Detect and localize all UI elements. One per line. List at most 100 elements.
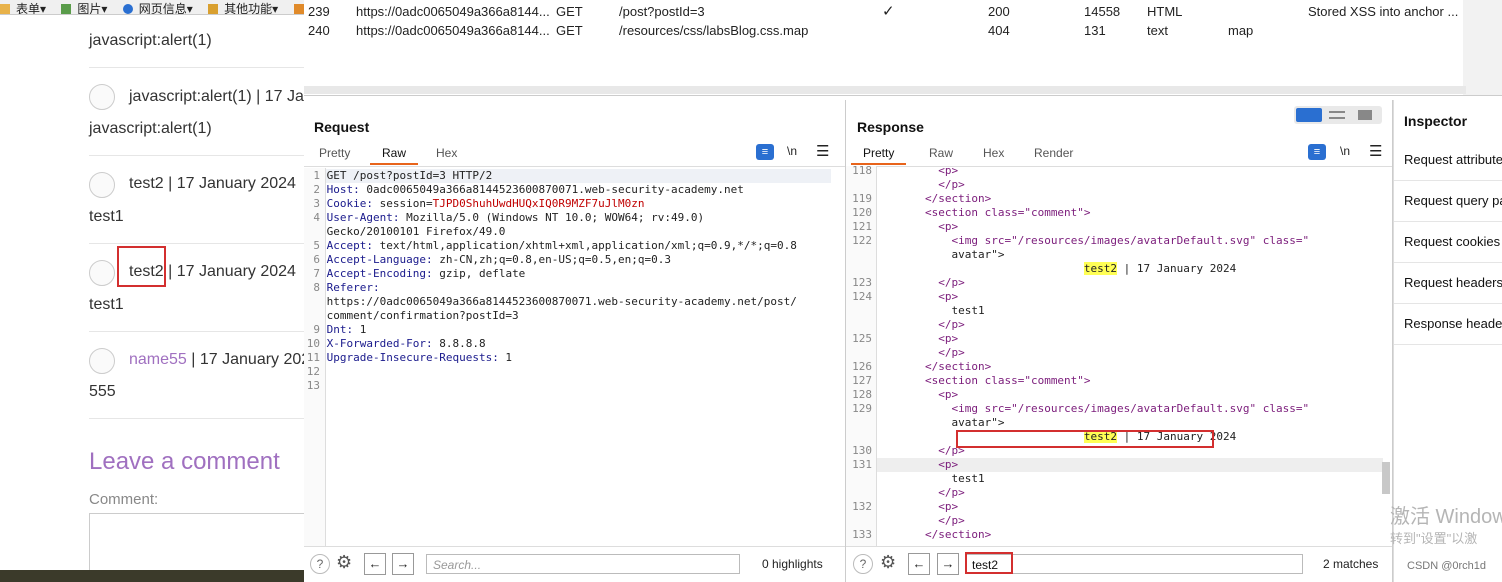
header-name: Dnt:	[326, 323, 354, 336]
line-text: test1	[951, 472, 985, 485]
row-length: 131	[1084, 23, 1106, 38]
divider	[89, 155, 304, 156]
response-line: test1	[848, 304, 984, 318]
inspector-item-request-attributes[interactable]: Request attribute	[1394, 140, 1502, 181]
toolbar-item-mark[interactable]: 标	[293, 2, 305, 14]
line-number: 12	[306, 365, 320, 378]
request-line: 12	[306, 365, 327, 379]
toolbar-item-label: 网页信息▾	[138, 2, 193, 15]
divider	[846, 546, 1392, 547]
request-line: 1 GET /post?postId=3 HTTP/2	[306, 169, 492, 183]
inspector-title: Inspector	[1404, 113, 1468, 129]
row-edited-check: ✓	[882, 3, 895, 20]
line-number: 129	[852, 402, 872, 415]
line-text: <p>	[938, 290, 959, 303]
request-line: 7 Accept-Encoding: gzip, deflate	[306, 267, 525, 281]
response-line: avatar">	[848, 248, 1004, 262]
row-host: https://0adc0065049a366a8144...	[356, 23, 550, 38]
highlight-box	[956, 430, 1214, 448]
toolbar-item-form[interactable]: 表单▾	[0, 2, 52, 14]
toolbar-item-pageinfo[interactable]: 网页信息▾	[122, 2, 199, 15]
newline-toggle-button[interactable]: \n	[1340, 144, 1350, 158]
response-panel: Response Pretty Raw Hex Render ≡ \n ☰ 11…	[846, 100, 1393, 582]
line-number: 7	[313, 267, 320, 280]
response-editor[interactable]: 118 <p> </p> 119 </section> 120 <section c…	[848, 164, 1378, 546]
comment-date: | 17 January 202	[186, 351, 304, 368]
image-icon	[61, 4, 72, 14]
response-line: 118 <p>	[848, 164, 958, 178]
avatar	[89, 84, 115, 110]
response-line: 119 </section>	[848, 192, 991, 206]
request-line: comment/confirmation?postId=3	[306, 309, 519, 323]
history-scrollbar[interactable]	[1463, 0, 1502, 95]
line-number: 4	[313, 211, 320, 224]
back-arrow-icon[interactable]: ←	[364, 553, 386, 575]
line-number: 8	[313, 281, 320, 294]
help-icon[interactable]: ?	[853, 554, 873, 574]
newline-toggle-button[interactable]: \n	[787, 144, 797, 158]
tab-render[interactable]: Render	[1034, 146, 1073, 160]
form-icon	[0, 4, 10, 14]
line-number: 122	[852, 234, 872, 247]
response-line: </p>	[848, 514, 965, 528]
response-line: 121 <p>	[848, 220, 958, 234]
inspector-item-request-headers[interactable]: Request headers	[1394, 263, 1502, 304]
inspector-item-query-params[interactable]: Request query pa	[1394, 181, 1502, 222]
comment-author-link[interactable]: name55	[129, 351, 187, 368]
line-text: </p>	[938, 276, 965, 289]
line-text: </p>	[938, 514, 965, 527]
tab-hex[interactable]: Hex	[983, 146, 1004, 160]
wrap-lines-icon[interactable]: ≡	[1308, 144, 1326, 160]
line-number: 127	[852, 374, 872, 387]
header-name: X-Forwarded-For:	[326, 337, 433, 350]
table-row[interactable]: 240 https://0adc0065049a366a8144... GET …	[304, 23, 1463, 41]
tab-raw[interactable]: Raw	[370, 146, 419, 165]
response-search-input[interactable]: test2	[965, 554, 1303, 574]
comment-body: javascript:alert(1)	[89, 32, 212, 49]
response-line: 120 <section class="comment">	[848, 206, 1090, 220]
menu-icon[interactable]: ☰	[1369, 142, 1382, 160]
back-arrow-icon[interactable]: ←	[908, 553, 930, 575]
toolbar-item-images[interactable]: 图片▾	[61, 2, 113, 14]
comment-date: | 17 January 2024	[163, 175, 296, 192]
highlight-box	[117, 246, 166, 287]
inspector-item-request-cookies[interactable]: Request cookies	[1394, 222, 1502, 263]
highlights-count: 0 highlights	[762, 557, 823, 571]
line-number: 132	[852, 500, 872, 513]
gear-icon[interactable]: ⚙	[336, 552, 352, 573]
line-number: 133	[852, 528, 872, 541]
line-text: <section class="comment">	[924, 374, 1091, 387]
line-number: 131	[852, 458, 872, 471]
divider	[304, 166, 845, 167]
request-line: https://0adc0065049a366a8144523600870071…	[306, 295, 797, 309]
request-editor[interactable]: 1 GET /post?postId=3 HTTP/2 2 Host: 0adc0…	[306, 169, 836, 547]
toolbar-item-other[interactable]: 其他功能▾	[208, 2, 284, 14]
response-line: </p>	[848, 318, 965, 332]
forward-arrow-icon[interactable]: →	[937, 553, 959, 575]
burp-suite-window: 239 https://0adc0065049a366a8144... GET …	[304, 0, 1502, 582]
tab-pretty[interactable]: Pretty	[851, 146, 907, 165]
response-scrollbar-thumb[interactable]	[1382, 462, 1390, 494]
history-hscrollbar[interactable]	[304, 86, 1466, 94]
split-vertical-icon[interactable]	[1329, 111, 1345, 119]
single-pane-icon[interactable]	[1358, 110, 1372, 120]
comment-textarea[interactable]	[89, 513, 304, 575]
request-line: 5 Accept: text/html,application/xhtml+xm…	[306, 239, 796, 253]
page-bottom-strip	[0, 570, 304, 582]
split-horizontal-icon[interactable]	[1296, 108, 1322, 122]
activation-watermark: 激活 Window	[1390, 506, 1502, 528]
tab-hex[interactable]: Hex	[436, 146, 457, 160]
gear-icon[interactable]: ⚙	[880, 552, 896, 573]
tab-pretty[interactable]: Pretty	[319, 146, 350, 160]
line-text: <img src="/resources/images/avatarDefaul…	[951, 402, 1310, 415]
header-name: Referer:	[326, 281, 380, 294]
menu-icon[interactable]: ☰	[816, 142, 829, 160]
help-icon[interactable]: ?	[310, 554, 330, 574]
wrap-lines-icon[interactable]: ≡	[756, 144, 774, 160]
inspector-item-response-headers[interactable]: Response heade	[1394, 304, 1502, 345]
request-search-input[interactable]: Search...	[426, 554, 740, 574]
table-row[interactable]: 239 https://0adc0065049a366a8144... GET …	[304, 3, 1463, 22]
tab-raw[interactable]: Raw	[929, 146, 953, 160]
forward-arrow-icon[interactable]: →	[392, 553, 414, 575]
line-number: 121	[852, 220, 872, 233]
